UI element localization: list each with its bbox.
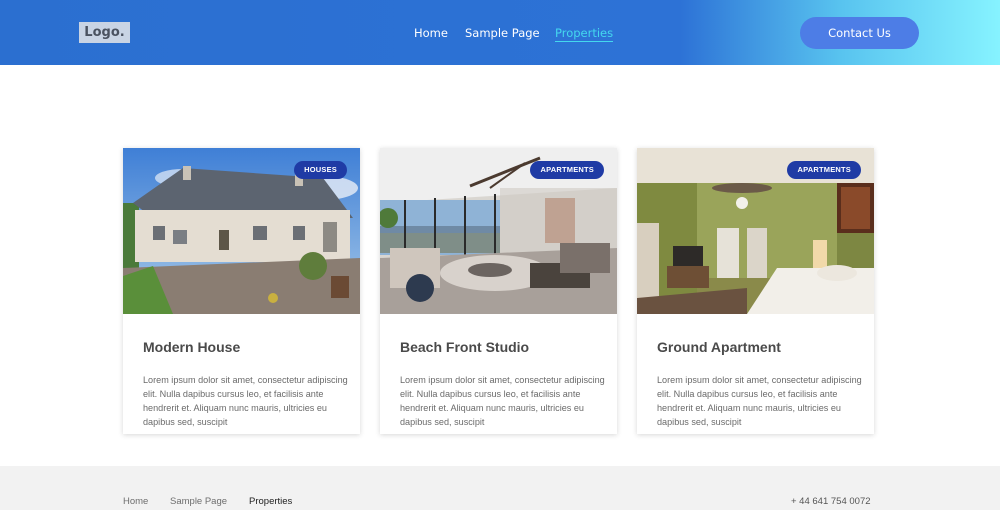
- category-badge[interactable]: HOUSES: [294, 161, 347, 179]
- footer-phone-number[interactable]: + 44 641 754 0072: [791, 496, 871, 507]
- card-description: Lorem ipsum dolor sit amet, consectetur …: [657, 375, 862, 427]
- category-badge[interactable]: APARTMENTS: [530, 161, 604, 179]
- card-description: Lorem ipsum dolor sit amet, consectetur …: [400, 375, 605, 427]
- contact-us-button[interactable]: Contact Us: [800, 17, 919, 49]
- footer-home-link[interactable]: Home: [123, 496, 148, 507]
- card-title[interactable]: Modern House: [143, 339, 240, 355]
- footer-sample-page-link[interactable]: Sample Page: [170, 496, 227, 507]
- card-title[interactable]: Beach Front Studio: [400, 339, 529, 355]
- property-image[interactable]: HOUSES: [123, 148, 360, 314]
- nav-home-link[interactable]: Home: [414, 26, 448, 40]
- category-badge[interactable]: APARTMENTS: [787, 161, 861, 179]
- card-description: Lorem ipsum dolor sit amet, consectetur …: [143, 375, 348, 427]
- site-logo[interactable]: Logo.: [79, 22, 130, 43]
- property-card-beach-front-studio[interactable]: APARTMENTS Beach Front Studio Lorem ipsu…: [380, 148, 617, 434]
- property-image[interactable]: APARTMENTS: [637, 148, 874, 314]
- nav-properties-link[interactable]: Properties: [555, 26, 614, 42]
- site-header: Logo. Home Sample Page Properties Contac…: [0, 0, 1000, 65]
- footer-properties-link[interactable]: Properties: [249, 496, 292, 507]
- site-footer: Home Sample Page Properties + 44 641 754…: [0, 466, 1000, 510]
- property-card-ground-apartment[interactable]: APARTMENTS Ground Apartment Lorem ipsum …: [637, 148, 874, 434]
- card-title[interactable]: Ground Apartment: [657, 339, 781, 355]
- property-card-modern-house[interactable]: HOUSES Modern House Lorem ipsum dolor si…: [123, 148, 360, 434]
- property-image[interactable]: APARTMENTS: [380, 148, 617, 314]
- nav-sample-page-link[interactable]: Sample Page: [465, 26, 540, 40]
